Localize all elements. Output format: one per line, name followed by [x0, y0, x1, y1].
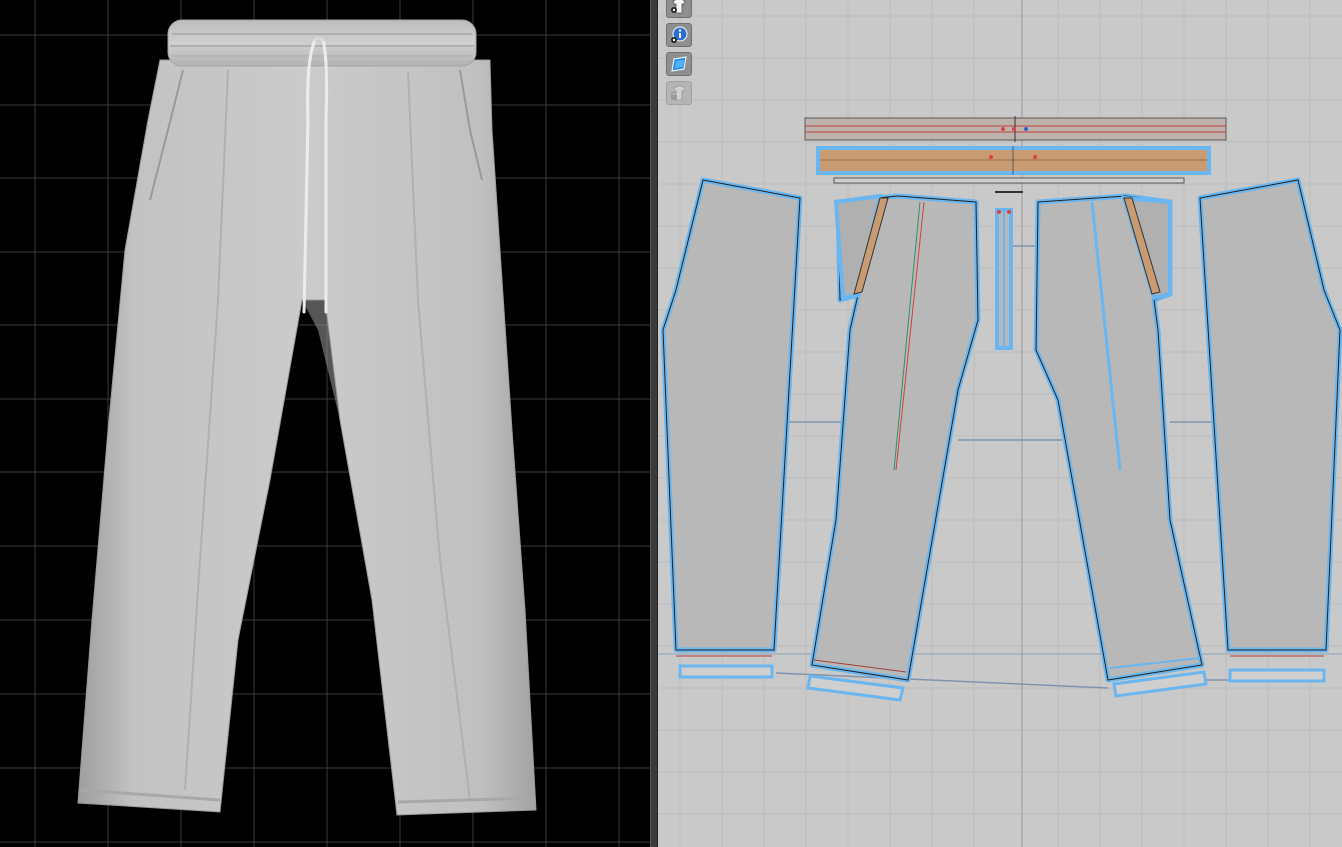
app-window [0, 0, 1342, 847]
pattern-piece-waistband-top[interactable] [804, 116, 1227, 142]
pattern-piece-center-strip[interactable] [995, 208, 1013, 350]
3d-viewport[interactable] [0, 0, 650, 847]
show-info-icon [671, 26, 688, 43]
viewport-splitter[interactable] [650, 0, 658, 847]
show-garment-locked-icon [671, 85, 686, 101]
show-avatar-button[interactable] [666, 0, 692, 18]
show-texture-button[interactable] [666, 52, 692, 76]
pattern-piece-back-right[interactable] [1197, 177, 1342, 683]
2d-pattern-viewport[interactable] [658, 0, 1342, 847]
show-avatar-icon [671, 0, 686, 14]
pattern-piece-front-right[interactable] [1033, 193, 1208, 698]
show-garment-locked-button[interactable] [666, 81, 692, 105]
2d-pattern-canvas [658, 0, 1342, 847]
2d-display-toolbar [666, 0, 696, 105]
pattern-piece-back-left[interactable] [660, 177, 803, 679]
show-texture-icon [671, 56, 687, 72]
show-info-button[interactable] [666, 23, 692, 47]
pattern-piece-drawstring[interactable] [833, 177, 1185, 193]
3d-waistband [167, 19, 477, 67]
3d-scene [0, 0, 650, 847]
pattern-piece-front-left[interactable] [806, 193, 981, 702]
pattern-piece-waistband-bottom[interactable] [816, 146, 1211, 175]
